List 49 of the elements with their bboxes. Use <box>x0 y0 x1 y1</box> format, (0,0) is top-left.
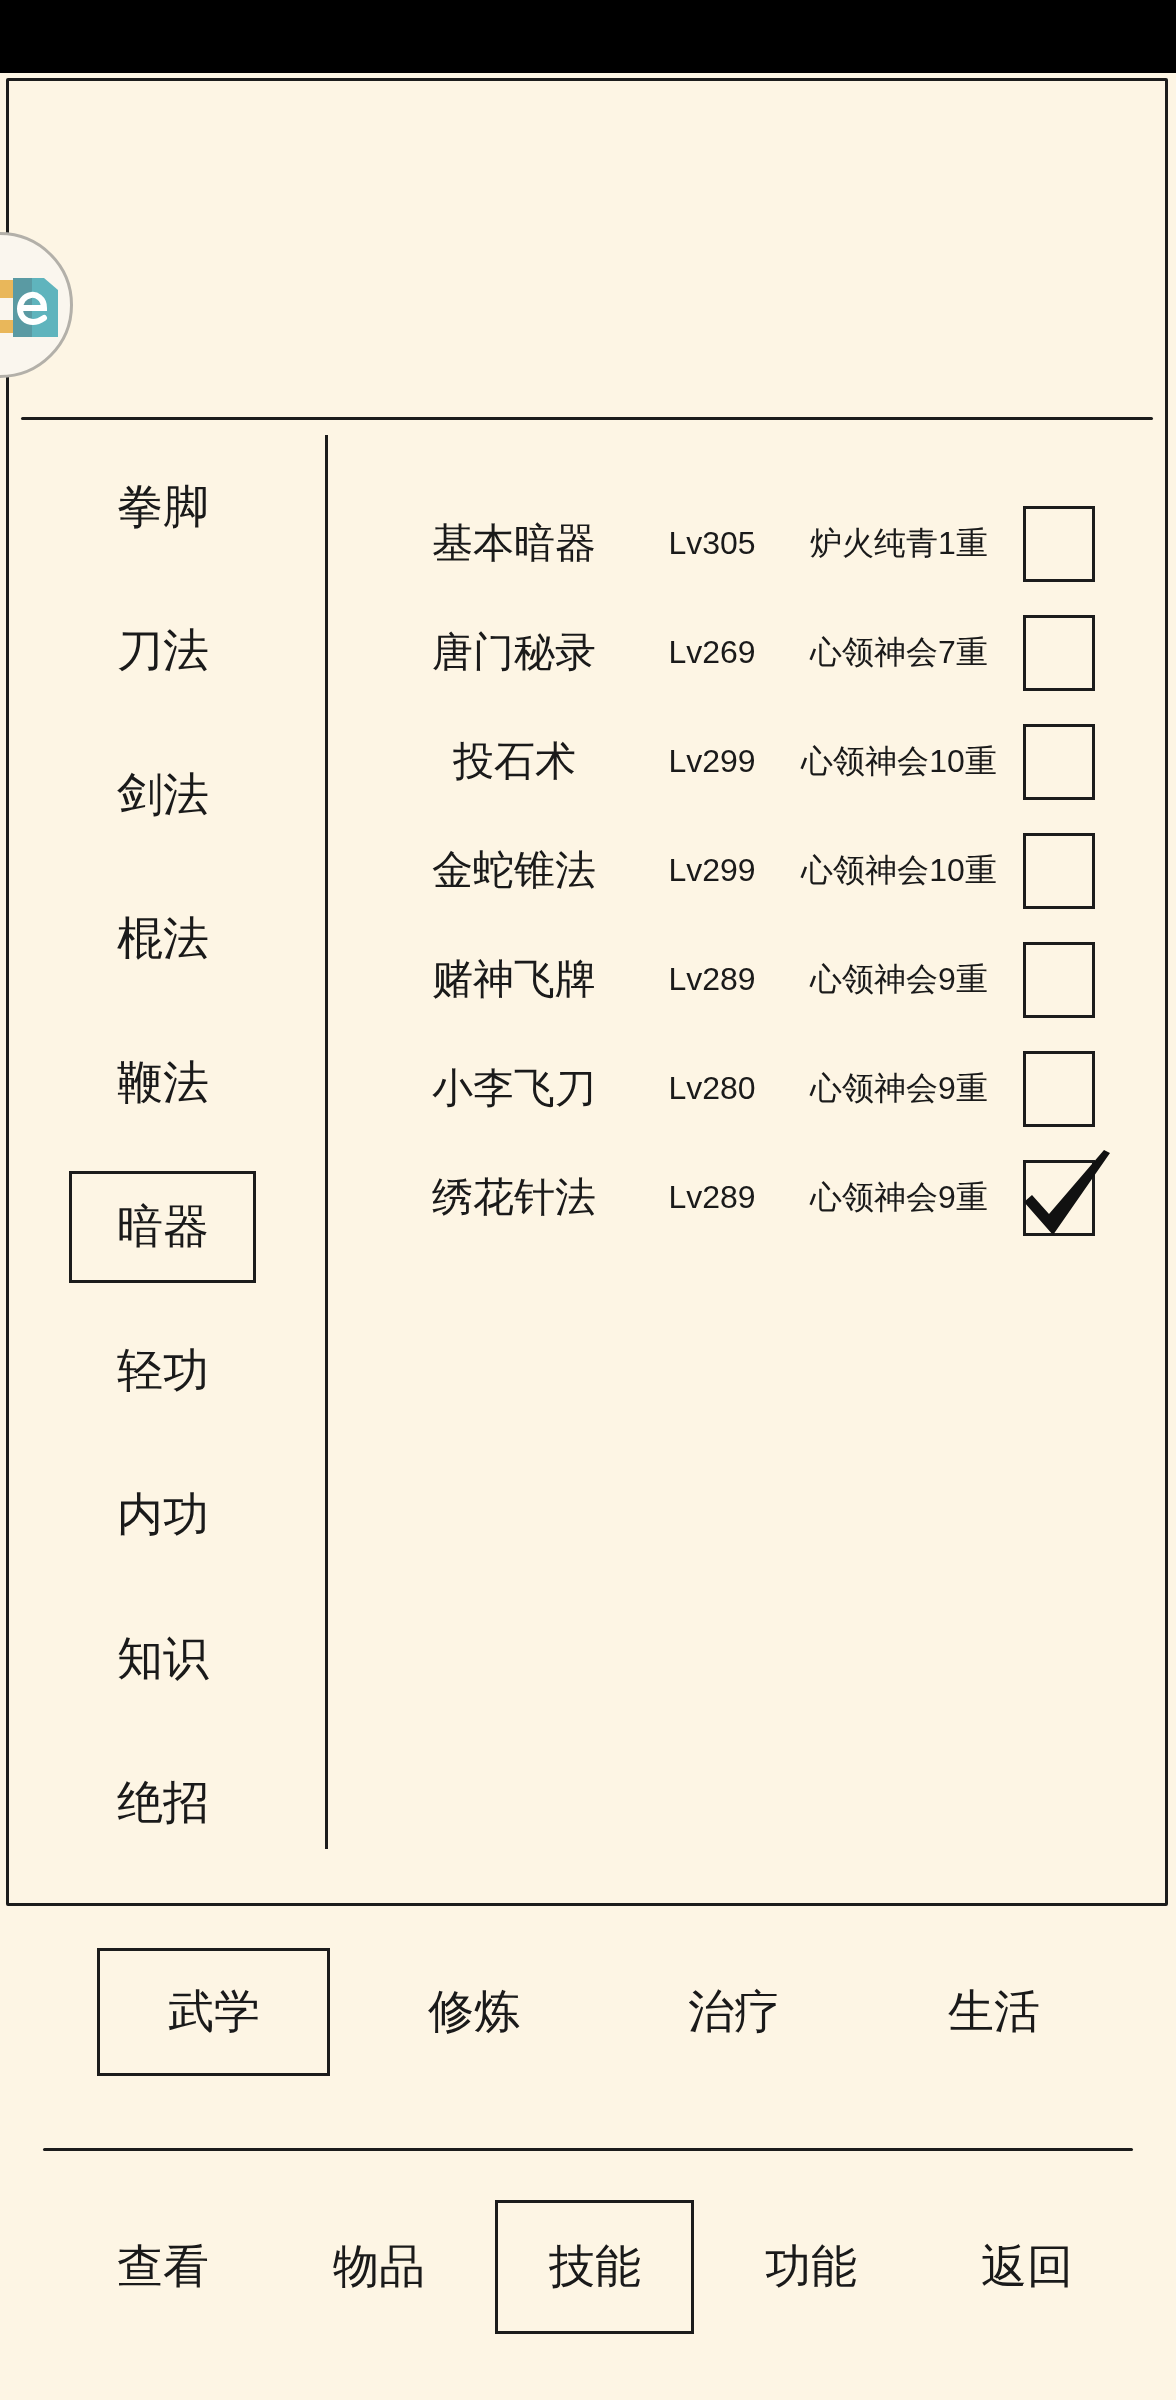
skill-name: 赌神飞牌 <box>431 955 597 1004</box>
checkbox[interactable] <box>1023 832 1095 909</box>
skill-level: Lv289 <box>667 1179 757 1216</box>
checkbox[interactable] <box>1023 1050 1095 1127</box>
skill-name: 唐门秘录 <box>431 628 597 677</box>
sidebar-item[interactable]: 绝招 <box>69 1747 256 1859</box>
skill-rank: 心领神会10重 <box>799 741 998 781</box>
skill-level: Lv289 <box>667 961 757 998</box>
skill-rank: 心领神会9重 <box>808 1177 989 1217</box>
checkbox[interactable] <box>1023 941 1095 1018</box>
app-logo-icon <box>0 278 58 337</box>
sidebar-item[interactable]: 棍法 <box>69 883 256 995</box>
sidebar-item[interactable]: 拳脚 <box>69 451 256 563</box>
nav-button[interactable]: 功能 <box>711 2200 910 2334</box>
category-tab[interactable]: 治疗 <box>617 1948 850 2076</box>
sidebar-item[interactable]: 暗器 <box>69 1171 256 1283</box>
skill-name: 小李飞刀 <box>431 1064 597 1113</box>
skill-rank: 炉火纯青1重 <box>809 523 989 563</box>
nav-button[interactable]: 技能 <box>495 2200 694 2334</box>
skill-name: 投石术 <box>451 737 577 786</box>
sidebar-item[interactable]: 刀法 <box>69 595 256 707</box>
skill-name: 绣花针法 <box>431 1173 597 1222</box>
skill-name: 基本暗器 <box>431 519 597 568</box>
nav-button[interactable]: 返回 <box>927 2200 1126 2334</box>
sidebar-item[interactable]: 剑法 <box>69 739 256 851</box>
skill-level: Lv299 <box>667 852 757 889</box>
skill-rank: 心领神会9重 <box>808 959 989 999</box>
skill-level: Lv299 <box>667 743 757 780</box>
category-tab[interactable]: 生活 <box>877 1948 1110 2076</box>
category-tab[interactable]: 修炼 <box>357 1948 590 2076</box>
sidebar-item[interactable]: 鞭法 <box>69 1027 256 1139</box>
category-tab[interactable]: 武学 <box>97 1948 330 2076</box>
skill-rank: 心领神会9重 <box>808 1068 989 1108</box>
sidebar-item[interactable]: 知识 <box>69 1603 256 1715</box>
checkbox[interactable] <box>1023 723 1095 800</box>
skill-name: 金蛇锥法 <box>431 846 597 895</box>
checkmark-icon <box>1024 1149 1110 1235</box>
skill-rank: 心领神会7重 <box>808 632 989 672</box>
sidebar-item[interactable]: 内功 <box>69 1459 256 1571</box>
skill-rank: 心领神会10重 <box>799 850 998 890</box>
nav-button[interactable]: 物品 <box>279 2200 478 2334</box>
checkbox[interactable] <box>1023 505 1095 582</box>
skill-level: Lv305 <box>667 525 757 562</box>
checkbox[interactable] <box>1023 1149 1110 1236</box>
skill-level: Lv280 <box>667 1070 757 1107</box>
skill-level: Lv269 <box>667 634 757 671</box>
sidebar-item[interactable]: 轻功 <box>69 1315 256 1427</box>
nav-button[interactable]: 查看 <box>63 2200 262 2334</box>
checkbox[interactable] <box>1023 614 1095 691</box>
